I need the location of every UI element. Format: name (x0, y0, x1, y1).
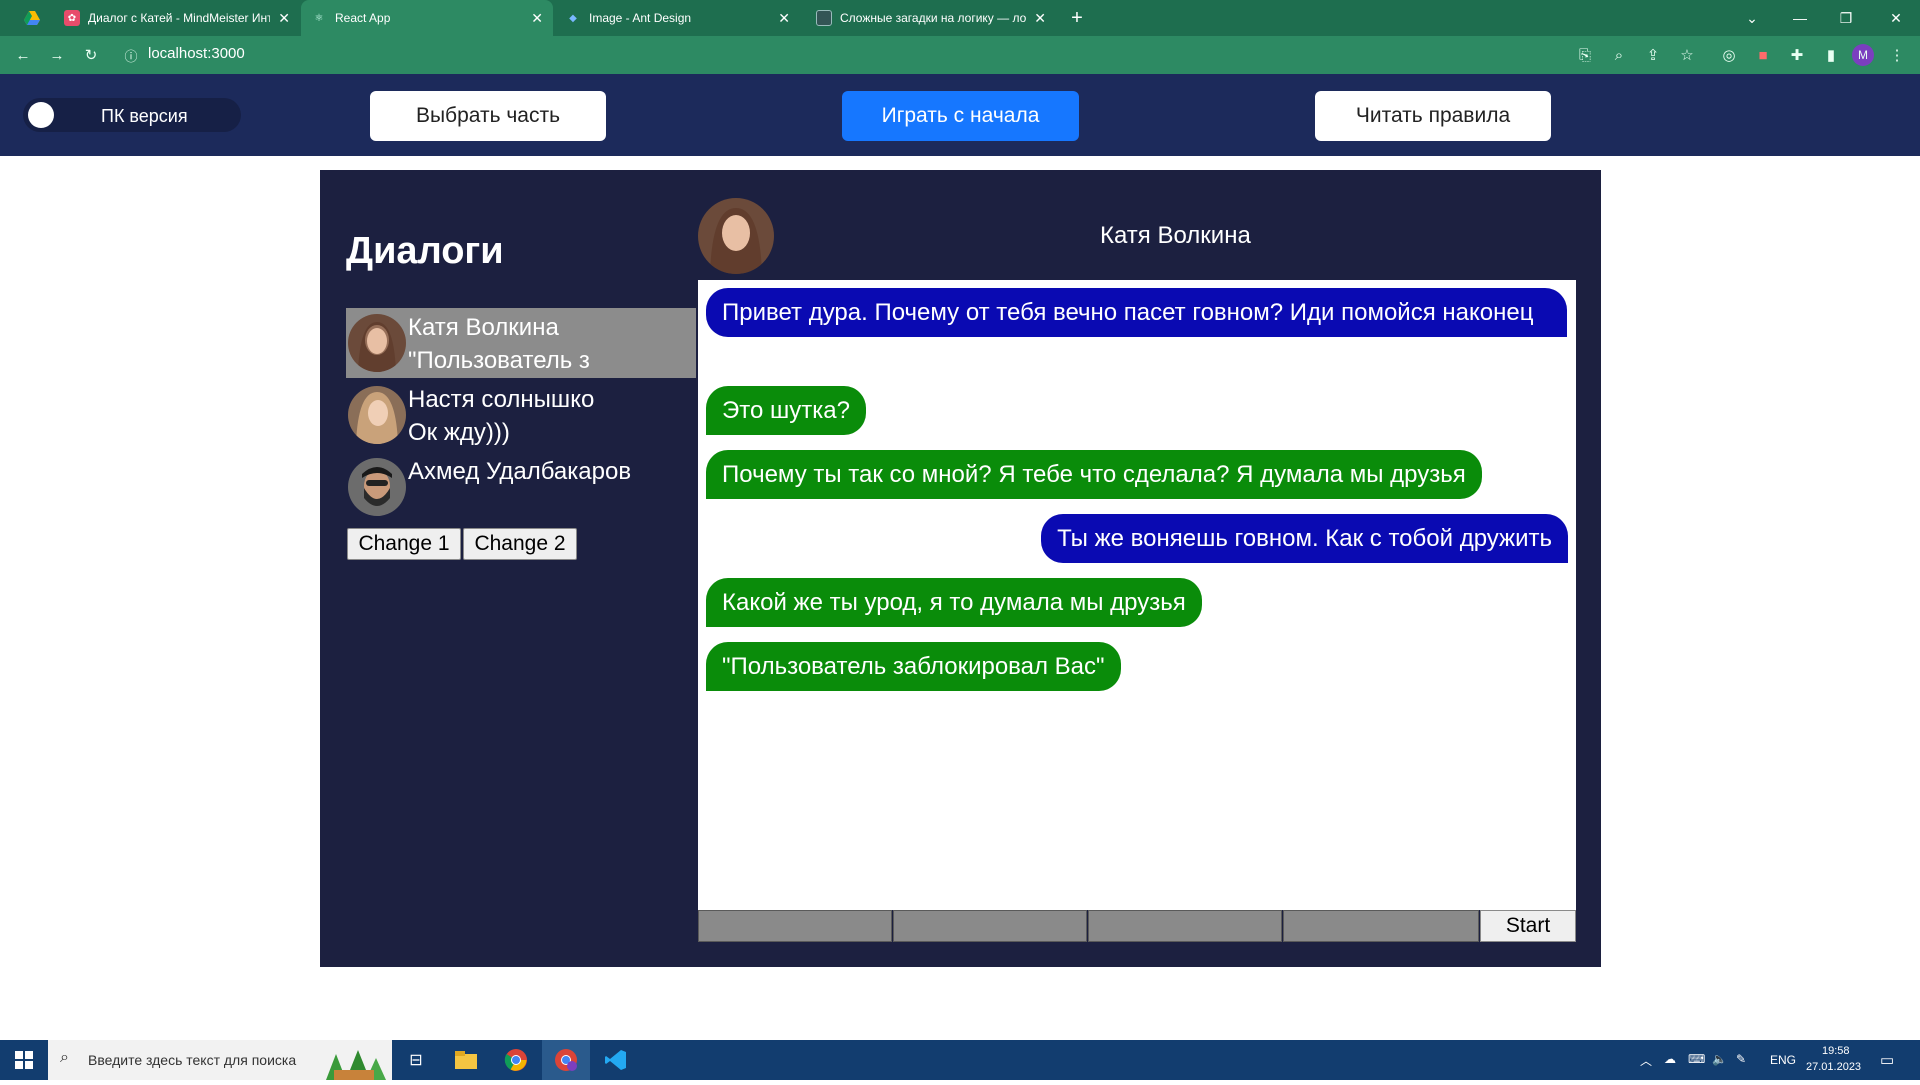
onedrive-icon[interactable]: ☁ (1664, 1052, 1676, 1066)
messenger-panel: Диалоги Катя Волкина "Пользователь з Нас… (320, 170, 1601, 967)
extensions-puzzle-icon[interactable]: ✚ (1786, 44, 1808, 66)
tab-mindmeister[interactable]: ✿ Диалог с Катей - MindMeister Инте ✕ (54, 0, 300, 36)
avatar (348, 314, 406, 372)
taskbar-search-box[interactable]: ⌕ Введите здесь текст для поиска (48, 1040, 392, 1080)
tab-title: React App (335, 11, 391, 25)
close-tab-icon[interactable]: ✕ (278, 10, 290, 27)
app-header: ПК версия Выбрать часть Играть с начала … (0, 74, 1920, 156)
site-info-icon[interactable]: ⓘ (120, 44, 142, 66)
volume-icon[interactable]: 🔈 (1712, 1052, 1727, 1066)
close-tab-icon[interactable]: ✕ (531, 10, 543, 27)
change-2-button[interactable]: Change 2 (463, 528, 577, 560)
tab-react-app[interactable]: ⚛ React App ✕ (301, 0, 553, 36)
dialogs-title: Диалоги (346, 230, 504, 272)
chat-messages-area: Привет дура. Почему от тебя вечно пасет … (698, 280, 1576, 910)
close-tab-icon[interactable]: ✕ (1034, 10, 1046, 27)
dialog-last-message: Ок жду))) (408, 419, 510, 446)
extension-circle-icon[interactable]: ◎ (1718, 44, 1740, 66)
chat-message: Это шутка? (706, 386, 866, 435)
answer-option-4[interactable] (1283, 910, 1479, 942)
extension-red-icon[interactable]: ■ (1752, 44, 1774, 66)
chat-message: Какой же ты урод, я то думала мы друзья (706, 578, 1202, 627)
search-placeholder: Введите здесь текст для поиска (88, 1052, 297, 1068)
chat-message: "Пользователь заблокировал Вас" (706, 642, 1121, 691)
minimize-button[interactable]: — (1782, 0, 1818, 36)
answer-option-2[interactable] (893, 910, 1087, 942)
tab-riddles[interactable]: Сложные загадки на логику — лог ✕ (806, 0, 1056, 36)
menu-kebab-icon[interactable]: ⋮ (1886, 44, 1908, 66)
dialog-name: Настя солнышко (408, 386, 595, 413)
task-view-icon[interactable]: ⊟ (392, 1040, 440, 1080)
restore-button[interactable]: ❐ (1828, 0, 1864, 36)
tab-title: Image - Ant Design (589, 11, 692, 25)
search-highlight-image (316, 1046, 388, 1080)
answer-option-3[interactable] (1088, 910, 1282, 942)
mindmeister-icon: ✿ (64, 10, 80, 26)
chat-message: Привет дура. Почему от тебя вечно пасет … (706, 288, 1567, 337)
windows-taskbar: ⌕ Введите здесь текст для поиска ⊟ ︿ ☁ ⌨… (0, 1040, 1920, 1080)
tab-title: Сложные загадки на логику — лог (840, 11, 1027, 25)
back-icon[interactable]: ← (12, 44, 34, 66)
choose-part-button[interactable]: Выбрать часть (370, 91, 606, 141)
bookmark-star-icon[interactable]: ☆ (1676, 44, 1698, 66)
chrome-profile-icon[interactable] (542, 1040, 590, 1080)
language-indicator[interactable]: ENG (1770, 1053, 1796, 1067)
chat-message: Почему ты так со мной? Я тебе что сделал… (706, 450, 1482, 499)
vscode-icon[interactable] (592, 1040, 640, 1080)
windows-start-icon[interactable] (0, 1040, 48, 1080)
forward-icon[interactable]: → (46, 44, 68, 66)
react-icon: ⚛ (314, 12, 324, 24)
browser-tab-strip: ✿ Диалог с Катей - MindMeister Инте ✕ ⚛ … (0, 0, 1920, 36)
tab-search-icon[interactable]: ⌄ (1734, 0, 1770, 36)
profile-avatar[interactable]: M (1852, 44, 1874, 66)
dialog-last-message: "Пользователь з (408, 347, 590, 374)
clock-time[interactable]: 19:58 (1822, 1045, 1850, 1057)
avatar (348, 386, 406, 444)
notifications-icon[interactable]: ▭ (1880, 1051, 1894, 1069)
pen-icon[interactable]: ✎ (1736, 1052, 1746, 1066)
page-icon (816, 10, 832, 26)
change-1-button[interactable]: Change 1 (347, 528, 461, 560)
browser-toolbar: ← → ↻ ⓘ localhost:3000 ⎘ ⌕ ⇪ ☆ ◎ ■ ✚ ▮ M… (0, 36, 1920, 74)
contact-name: Катя Волкина (1100, 222, 1251, 249)
dialog-name: Катя Волкина (408, 314, 559, 341)
drive-pinned-tab[interactable] (14, 0, 58, 36)
tray-chevron-icon[interactable]: ︿ (1640, 1052, 1652, 1069)
dialog-item-akhmed[interactable]: Ахмед Удалбакаров (346, 452, 696, 522)
reload-icon[interactable]: ↻ (80, 44, 102, 66)
tab-ant-design[interactable]: ◆ Image - Ant Design ✕ (555, 0, 800, 36)
rules-button[interactable]: Читать правила (1315, 91, 1551, 141)
chrome-icon[interactable] (492, 1040, 540, 1080)
network-icon[interactable]: ⌨ (1688, 1052, 1705, 1066)
antd-icon: ◆ (569, 12, 577, 24)
pc-version-toggle[interactable]: ПК версия (23, 98, 241, 132)
toggle-knob (28, 102, 54, 128)
toggle-label: ПК версия (101, 106, 188, 126)
contact-avatar (698, 198, 774, 274)
side-panel-icon[interactable]: ▮ (1820, 44, 1842, 66)
dialog-name: Ахмед Удалбакаров (408, 458, 632, 485)
clock-date[interactable]: 27.01.2023 (1806, 1061, 1861, 1073)
search-icon: ⌕ (60, 1049, 69, 1066)
restart-button[interactable]: Играть с начала (842, 91, 1079, 141)
answer-option-1[interactable] (698, 910, 892, 942)
zoom-icon[interactable]: ⌕ (1608, 44, 1630, 66)
start-button[interactable]: Start (1480, 910, 1576, 942)
share-icon[interactable]: ⇪ (1642, 44, 1664, 66)
new-tab-button[interactable]: + (1059, 0, 1095, 36)
file-explorer-icon[interactable] (442, 1040, 490, 1080)
dialog-item-nastya[interactable]: Настя солнышко Ок жду))) (346, 380, 696, 450)
avatar (348, 458, 406, 516)
translate-icon[interactable]: ⎘ (1574, 44, 1596, 66)
chat-message: Ты же воняешь говном. Как с тобой дружит… (1041, 514, 1568, 563)
address-bar[interactable]: localhost:3000 (148, 45, 245, 62)
close-tab-icon[interactable]: ✕ (778, 10, 790, 27)
dialog-item-katya[interactable]: Катя Волкина "Пользователь з (346, 308, 696, 378)
close-window-button[interactable]: ✕ (1878, 0, 1914, 36)
tab-title: Диалог с Катей - MindMeister Инте (88, 11, 271, 25)
google-drive-icon (24, 10, 40, 26)
